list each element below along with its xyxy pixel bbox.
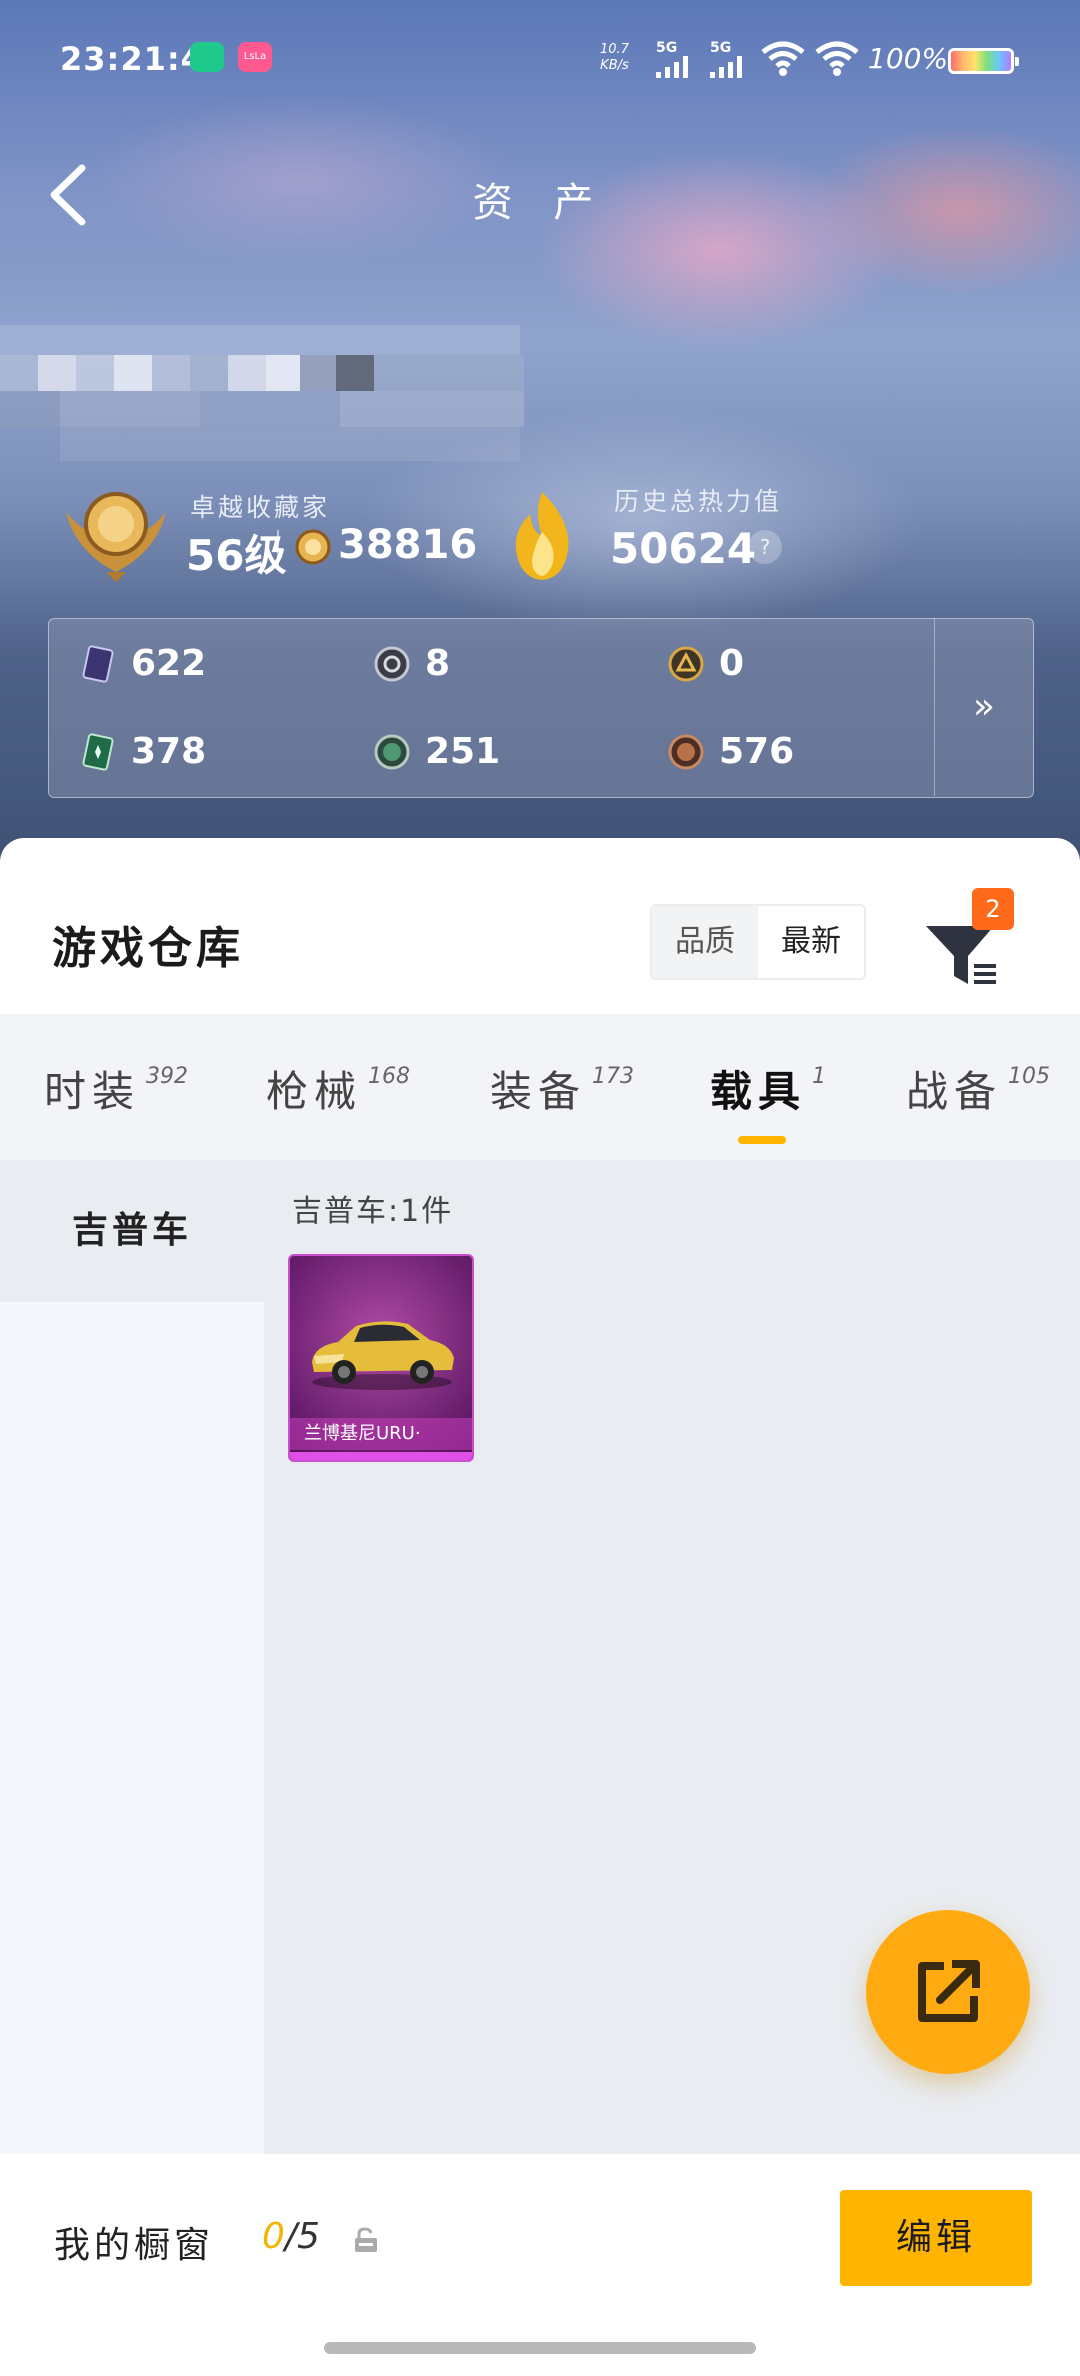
tab-gear[interactable]: 战备 105 xyxy=(906,1058,1050,1119)
warehouse-sheet: 游戏仓库 品质 最新 2 时装 392 枪械 168 装备 173 载具 1 战… xyxy=(0,838,1080,2376)
edit-button[interactable]: 编辑 xyxy=(840,2190,1032,2286)
silver-emblem-icon xyxy=(374,646,410,681)
home-indicator[interactable] xyxy=(324,2342,756,2354)
heat-label: 历史总热力值 xyxy=(614,487,783,516)
stat-value: 8 xyxy=(425,643,451,684)
status-bar: 23:21:45 LsLa 10.7 KB/s 5G 5G 100% xyxy=(0,0,1080,120)
help-icon[interactable]: ? xyxy=(748,530,782,564)
filter-count-badge: 2 xyxy=(972,888,1014,930)
heat-value: 50624 xyxy=(610,524,757,573)
sort-latest-button[interactable]: 最新 xyxy=(758,906,864,978)
tab-label: 装备 xyxy=(490,1067,587,1116)
signal-bars-icon xyxy=(656,54,688,78)
collector-badge-icon xyxy=(66,492,166,582)
share-icon xyxy=(918,1960,980,2022)
gold-emblem-icon xyxy=(668,646,704,681)
collector-label: 卓越收藏家 xyxy=(190,493,331,522)
section-label: 吉普车:1件 xyxy=(292,1194,454,1229)
subcategory-jeep[interactable]: 吉普车 xyxy=(0,1160,264,1302)
sort-quality-button[interactable]: 品质 xyxy=(652,906,758,978)
tab-label: 战备 xyxy=(906,1067,1003,1116)
stat-value: 622 xyxy=(131,643,207,684)
stat-value: 251 xyxy=(425,731,501,772)
warehouse-title: 游戏仓库 xyxy=(52,923,244,974)
divider xyxy=(277,530,279,566)
tab-label: 时装 xyxy=(44,1067,141,1116)
active-tab-indicator xyxy=(738,1136,786,1144)
tab-fashion[interactable]: 时装 392 xyxy=(44,1058,188,1119)
showcase-count: 0/5 xyxy=(262,2216,320,2257)
item-rarity-bar xyxy=(290,1452,472,1460)
asset-stats-panel[interactable]: 622 8 0 378 251 576 xyxy=(48,618,1034,798)
wifi-icon xyxy=(815,41,859,76)
collector-points: 38816 xyxy=(338,522,478,568)
share-button[interactable] xyxy=(866,1910,1030,2074)
page-title: 资 产 xyxy=(472,180,608,226)
green-orb-icon xyxy=(374,734,410,769)
net-speed-value: 10.7 xyxy=(600,42,629,57)
stat-value: 0 xyxy=(719,643,745,684)
stat-item: 251 xyxy=(373,731,500,772)
tab-count: 168 xyxy=(368,1064,411,1089)
tab-label: 枪械 xyxy=(266,1067,363,1116)
chat-app-icon xyxy=(190,42,224,72)
showcase-label: 我的橱窗 xyxy=(54,2225,215,2266)
item-card[interactable]: 兰博基尼URU· xyxy=(288,1254,474,1462)
net-speed: 10.7 KB/s xyxy=(600,42,629,74)
wifi-icon xyxy=(761,41,805,76)
battery-icon xyxy=(948,48,1019,74)
tab-equipment[interactable]: 装备 173 xyxy=(490,1058,634,1119)
bronze-medal-icon xyxy=(668,734,704,769)
showcase-total: /5 xyxy=(284,2216,320,2257)
battery-percent: 100% xyxy=(868,42,949,75)
signal-bars-icon xyxy=(710,54,742,78)
item-name: 兰博基尼URU· xyxy=(290,1418,472,1450)
car-image-icon xyxy=(312,1321,454,1390)
lsla-app-icon: LsLa xyxy=(238,42,272,72)
card-purple-icon xyxy=(82,644,114,683)
stat-item: 622 xyxy=(79,643,206,684)
category-tabs: 时装 392 枪械 168 装备 173 载具 1 战备 105 xyxy=(0,1014,1080,1160)
stat-item: 8 xyxy=(373,643,450,684)
stat-item: 0 xyxy=(667,643,744,684)
tab-count: 105 xyxy=(1008,1064,1051,1089)
collector-level: 56级 xyxy=(186,531,287,580)
tab-weapons[interactable]: 枪械 168 xyxy=(266,1058,410,1119)
stat-item: 378 xyxy=(79,731,206,772)
stat-value: 576 xyxy=(719,731,795,772)
card-green-icon xyxy=(82,732,114,771)
medal-coin-icon xyxy=(295,529,331,565)
showcase-current: 0 xyxy=(262,2216,285,2257)
tab-count: 173 xyxy=(592,1064,635,1089)
tab-vehicles[interactable]: 载具 1 xyxy=(710,1058,826,1119)
tab-count: 392 xyxy=(146,1064,189,1089)
stat-value: 378 xyxy=(131,731,207,772)
tab-label: 载具 xyxy=(710,1067,807,1116)
unlock-icon xyxy=(355,2227,377,2252)
showcase-bar: 我的橱窗 0/5 编辑 xyxy=(0,2154,1080,2376)
flame-icon xyxy=(515,492,569,580)
profile-header-background: 23:21:45 LsLa 10.7 KB/s 5G 5G 100% 资 产 卓… xyxy=(0,0,1080,860)
stats-more-button[interactable]: » xyxy=(934,618,1033,796)
stat-item: 576 xyxy=(667,731,794,772)
tab-count: 1 xyxy=(812,1064,827,1089)
net-speed-unit: KB/s xyxy=(600,58,629,73)
sort-toggle: 品质 最新 xyxy=(650,904,866,980)
